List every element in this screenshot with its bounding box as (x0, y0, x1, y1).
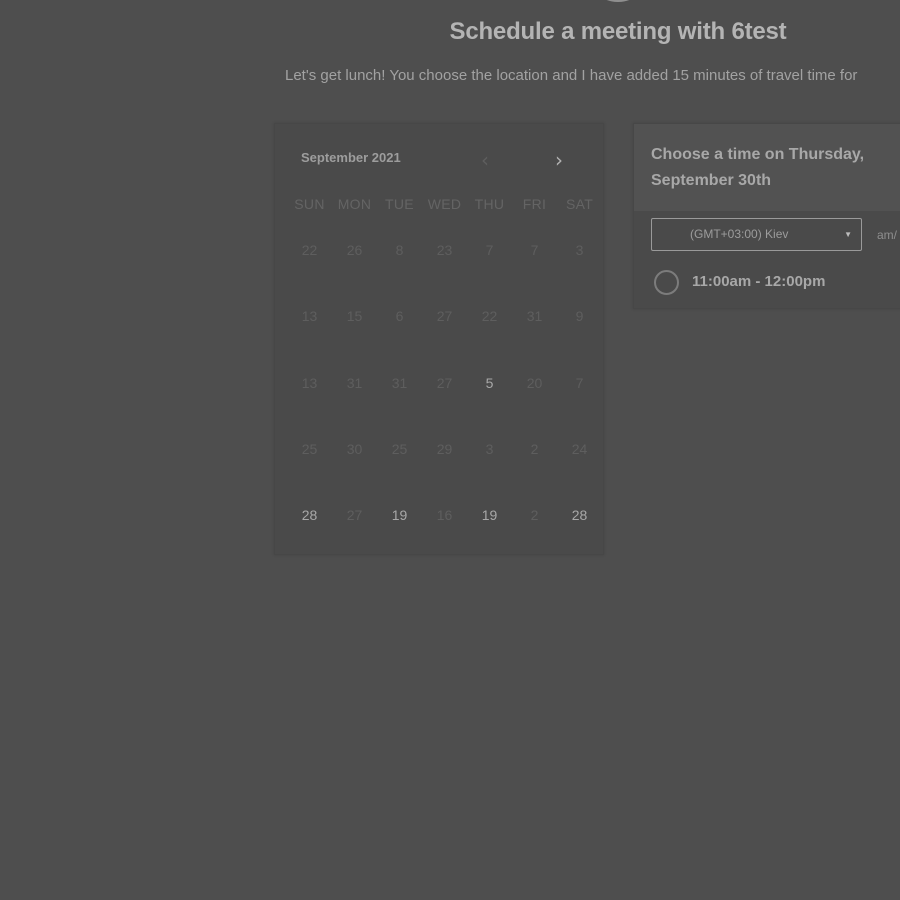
calendar-day: 30 (346, 440, 363, 457)
calendar-day: 27 (346, 507, 363, 524)
calendar-day: 22 (481, 308, 498, 325)
timezone-value: (GMT+03:00) Kiev (690, 227, 789, 241)
calendar-day: 26 (346, 242, 363, 258)
calendar-day-available[interactable]: 28 (287, 507, 332, 573)
calendar-day: 22 (301, 242, 318, 258)
calendar-day: 20 (526, 374, 543, 391)
weekday-label: THU (474, 196, 505, 212)
calendar-day: 31 (346, 374, 363, 391)
weekday-label: SAT (565, 196, 594, 212)
caret-down-icon: ▼ (844, 230, 852, 239)
calendar-day: 23 (436, 242, 453, 258)
calendar-day: 7 (530, 242, 539, 258)
calendar-day: 6 (395, 308, 404, 325)
time-slot-label: 11:00am - 12:00pm (692, 273, 826, 290)
calendar-day: 25 (301, 440, 318, 457)
calendar-day: 15 (346, 308, 363, 325)
time-heading: Choose a time on Thursday, September 30t… (651, 146, 865, 189)
calendar-day: 8 (395, 242, 404, 258)
weekday-label: MON (337, 196, 372, 212)
calendar-day: 13 (301, 374, 318, 391)
page-subtitle: Let's get lunch! You choose the location… (285, 67, 858, 84)
calendar-day-available[interactable]: 5 (467, 375, 512, 441)
chevron-left-icon[interactable]: ‹ (475, 150, 495, 172)
calendar-day: 25 (391, 440, 408, 457)
calendar-day: 7 (575, 374, 584, 391)
page-title: Schedule a meeting with 6test (449, 18, 787, 45)
calendar-day: 31 (391, 374, 408, 391)
timezone-select[interactable]: (GMT+03:00) Kiev ▼ (651, 218, 862, 251)
weekday-label: FRI (522, 196, 547, 212)
calendar-day: 3 (485, 440, 494, 457)
calendar-day: 2 (530, 440, 539, 457)
calendar: September 2021 ‹ › SUN MON TUE WED THU F… (274, 123, 604, 555)
calendar-day: 13 (301, 308, 318, 325)
month-label: September 2021 (301, 150, 401, 165)
calendar-day: 29 (436, 440, 453, 457)
time-picker: Choose a time on Thursday, September 30t… (633, 123, 900, 309)
radio-icon[interactable] (654, 270, 679, 295)
calendar-day: 27 (436, 308, 453, 325)
calendar-day: 9 (575, 308, 584, 325)
calendar-day: 2 (530, 507, 539, 524)
weekday-header: SUN MON TUE WED THU FRI SAT (287, 196, 601, 212)
time-format-toggle[interactable]: am/ (877, 228, 897, 242)
weekday-label: TUE (385, 196, 414, 212)
calendar-day-available[interactable]: 28 (557, 507, 602, 573)
calendar-day: 24 (571, 440, 588, 457)
avatar (585, 0, 651, 2)
calendar-day-available[interactable]: 19 (467, 507, 512, 573)
time-slot[interactable]: 11:00am - 12:00pm (654, 269, 894, 295)
chevron-right-icon[interactable]: › (549, 150, 569, 172)
calendar-day: 31 (526, 308, 543, 325)
calendar-day: 7 (485, 242, 494, 258)
calendar-day: 27 (436, 374, 453, 391)
calendar-days: 22 26 8 23 7 7 3 13 15 6 27 22 31 9 13 31 31 27 5 20 7 25 30 25… (287, 242, 601, 573)
calendar-day-available[interactable]: 19 (377, 507, 422, 573)
calendar-day: 16 (436, 507, 453, 524)
calendar-day: 3 (575, 242, 584, 258)
weekday-label: WED (427, 196, 462, 212)
weekday-label: SUN (294, 196, 325, 212)
